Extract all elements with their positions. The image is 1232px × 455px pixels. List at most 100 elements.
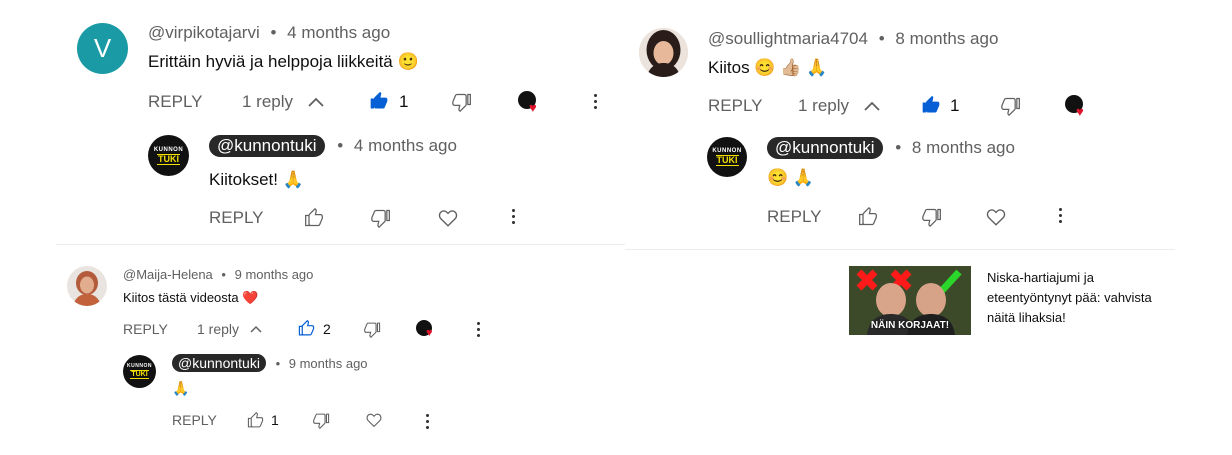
creator-handle-chip[interactable]: @kunnontuki [172, 354, 266, 372]
reply-text: 😊 🙏 [767, 168, 815, 187]
comment-text: Kiitos tästä videosta ❤️ [123, 290, 259, 305]
reply-button[interactable]: REPLY [767, 207, 822, 227]
commenter-avatar[interactable]: V [77, 23, 128, 74]
avatar-brand-top: KUNNON [712, 148, 742, 154]
title-line: eteentyöntynyt pää: vahvista [987, 290, 1152, 305]
avatar-brand-bottom: TUKI [157, 153, 180, 165]
channel-avatar[interactable]: KUNNON TUKI [148, 135, 189, 176]
reply-time[interactable]: 9 months ago [289, 356, 368, 371]
dislike-button[interactable] [452, 92, 472, 112]
like-button[interactable] [298, 320, 315, 337]
avatar-brand-top: KUNNON [153, 146, 184, 153]
commenter-handle[interactable]: @soullightmaria4704 [708, 29, 868, 48]
heart-outline-icon [438, 210, 458, 227]
separator-dot: • [221, 267, 226, 282]
like-button[interactable] [369, 91, 389, 111]
replies-toggle[interactable]: 1 reply [798, 96, 881, 116]
like-count: 1 [271, 412, 279, 428]
more-options-button[interactable] [511, 209, 515, 224]
reply-header: @kunnontuki • 8 months ago [767, 137, 1015, 159]
thumbs-down-icon [313, 413, 330, 429]
reply-button[interactable]: REPLY [123, 321, 168, 337]
separator-dot: • [895, 138, 902, 157]
like-count: 1 [950, 96, 960, 115]
replies-toggle[interactable]: 1 reply [197, 321, 263, 337]
comment-text: Erittäin hyviä ja helppoja liikkeitä 🙂 [148, 52, 419, 71]
dislike-button[interactable] [364, 321, 381, 338]
thumbnail-caption: NÄIN KORJAAT! [870, 320, 950, 331]
thumbs-down-icon [1001, 97, 1020, 116]
thumbs-down-icon [922, 208, 941, 227]
channel-avatar[interactable]: KUNNON TUKI [707, 137, 747, 177]
title-line: näitä lihaksia! [987, 310, 1066, 325]
reply-text: 🙏 [172, 380, 190, 396]
avatar-brand-top: KUNNON [127, 363, 152, 369]
thumbs-down-icon [452, 93, 471, 112]
comment-header: @soullightmaria4704 • 8 months ago [708, 29, 998, 49]
related-video-title[interactable]: Niska-hartiajumi ja eteentyöntynyt pää: … [987, 268, 1207, 328]
heart-button[interactable] [365, 411, 383, 429]
section-divider [625, 249, 1175, 250]
heart-outline-icon [986, 209, 1006, 226]
comment-time[interactable]: 9 months ago [235, 267, 314, 282]
chevron-up-icon [308, 97, 324, 107]
comment-text: Kiitos 😊 👍🏼 🙏 [708, 58, 828, 77]
channel-avatar[interactable]: KUNNON TUKI [123, 355, 156, 388]
creator-heart: ♥ [518, 91, 544, 117]
more-options-button[interactable] [425, 414, 429, 429]
reply-header: @kunnontuki • 9 months ago [172, 354, 368, 372]
more-options-button[interactable] [476, 322, 480, 337]
separator-dot: • [270, 23, 277, 42]
profile-photo [67, 266, 107, 306]
reply-button[interactable]: REPLY [209, 208, 264, 228]
replies-toggle[interactable]: 1 reply [242, 92, 325, 112]
like-button[interactable] [304, 208, 324, 228]
dislike-button[interactable] [922, 207, 942, 227]
avatar-letter: V [93, 33, 112, 63]
heart-outline-icon [366, 413, 382, 428]
creator-handle-chip[interactable]: @kunnontuki [209, 135, 325, 157]
thumbs-up-icon [305, 208, 323, 227]
creator-handle-chip[interactable]: @kunnontuki [767, 137, 883, 159]
creator-heart: ♥ [1065, 95, 1091, 121]
avatar-brand-bottom: TUKI [715, 155, 739, 166]
commenter-avatar[interactable] [639, 28, 688, 77]
reply-time[interactable]: 8 months ago [912, 138, 1015, 157]
commenter-handle[interactable]: @virpikotajarvi [148, 23, 260, 42]
separator-dot: • [878, 29, 885, 48]
thumbs-up-outline-active-icon [298, 320, 315, 336]
thumbs-down-icon [364, 322, 381, 338]
heart-icon: ♥ [529, 100, 537, 115]
thumbs-up-filled-icon [370, 91, 388, 109]
like-button[interactable] [247, 412, 264, 429]
reply-time[interactable]: 4 months ago [354, 136, 457, 155]
dislike-button[interactable] [1001, 96, 1021, 116]
reply-header: @kunnontuki • 4 months ago [209, 135, 457, 157]
heart-button[interactable] [985, 206, 1007, 228]
comment-header: @Maija-Helena • 9 months ago [123, 267, 313, 282]
more-options-button[interactable] [1058, 208, 1062, 223]
related-video-thumbnail[interactable]: NÄIN KORJAAT! [849, 266, 971, 335]
like-button[interactable] [921, 95, 941, 115]
reply-button[interactable]: REPLY [708, 96, 763, 116]
commenter-handle[interactable]: @Maija-Helena [123, 267, 213, 282]
reply-button[interactable]: REPLY [148, 92, 203, 112]
more-options-button[interactable] [593, 94, 597, 109]
profile-photo [639, 28, 688, 77]
creator-heart: ♥ [416, 320, 438, 342]
replies-count: 1 reply [242, 92, 294, 111]
chevron-up-icon [250, 325, 262, 333]
avatar-brand-bottom: TUKI [130, 370, 149, 379]
heart-icon: ♥ [426, 327, 433, 339]
commenter-avatar[interactable] [67, 266, 107, 306]
heart-icon: ♥ [1076, 104, 1084, 119]
reply-button[interactable]: REPLY [172, 412, 217, 428]
comment-time[interactable]: 4 months ago [287, 23, 390, 42]
dislike-button[interactable] [371, 208, 391, 228]
heart-button[interactable] [437, 207, 459, 229]
dislike-button[interactable] [313, 412, 330, 429]
comment-time[interactable]: 8 months ago [895, 29, 998, 48]
thumbs-down-icon [371, 209, 390, 228]
thumbs-up-filled-icon [922, 95, 940, 113]
like-button[interactable] [858, 207, 878, 227]
